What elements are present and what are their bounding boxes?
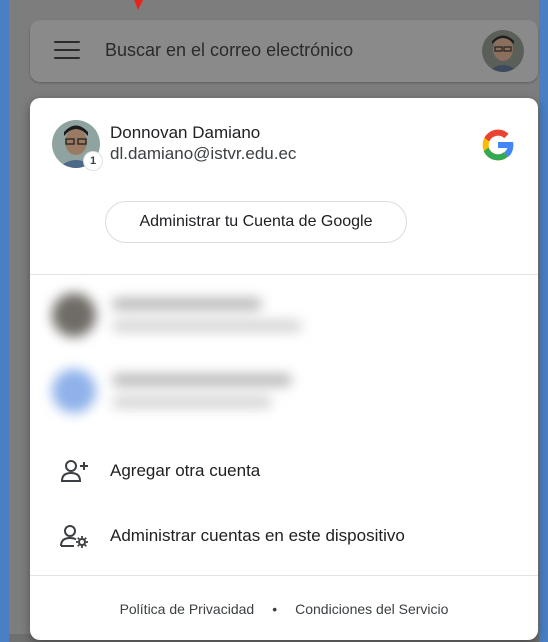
- manage-accounts-item[interactable]: Administrar cuentas en este dispositivo: [30, 509, 538, 563]
- footer-separator: •: [272, 601, 278, 617]
- footer-links: Política de Privacidad • Condiciones del…: [30, 594, 538, 624]
- add-account-label: Agregar otra cuenta: [110, 461, 261, 480]
- search-bar[interactable]: Buscar en el correo electrónico: [30, 20, 538, 82]
- add-account-item[interactable]: Agregar otra cuenta: [30, 444, 538, 498]
- account-avatar-button[interactable]: [482, 30, 524, 72]
- annotation-arrow-mark: [134, 0, 143, 10]
- manage-accounts-label: Administrar cuentas en este dispositivo: [110, 526, 405, 545]
- menu-icon[interactable]: [54, 41, 80, 61]
- divider: [30, 575, 538, 576]
- avatar-photo-icon: [482, 30, 524, 72]
- terms-of-service-link[interactable]: Condiciones del Servicio: [295, 601, 448, 617]
- notification-badge: 1: [84, 152, 102, 170]
- manage-google-account-button[interactable]: Administrar tu Cuenta de Google: [105, 201, 407, 243]
- manage-accounts-icon: [60, 525, 88, 548]
- account-name: Donnovan Damiano: [110, 123, 261, 142]
- account-switcher-card: 1 Donnovan Damiano dl.damiano@istvr.edu.…: [30, 98, 538, 640]
- privacy-policy-link[interactable]: Política de Privacidad: [120, 601, 255, 617]
- window-frame-right: [539, 0, 548, 642]
- account-email: dl.damiano@istvr.edu.ec: [110, 144, 297, 163]
- window-frame-left: [0, 0, 9, 642]
- search-input[interactable]: Buscar en el correo electrónico: [105, 40, 353, 61]
- other-account-row-blurred[interactable]: [30, 280, 538, 350]
- person-add-icon: [60, 460, 88, 482]
- other-account-row-blurred[interactable]: [30, 356, 538, 426]
- google-g-icon: [482, 129, 515, 161]
- divider: [30, 274, 538, 275]
